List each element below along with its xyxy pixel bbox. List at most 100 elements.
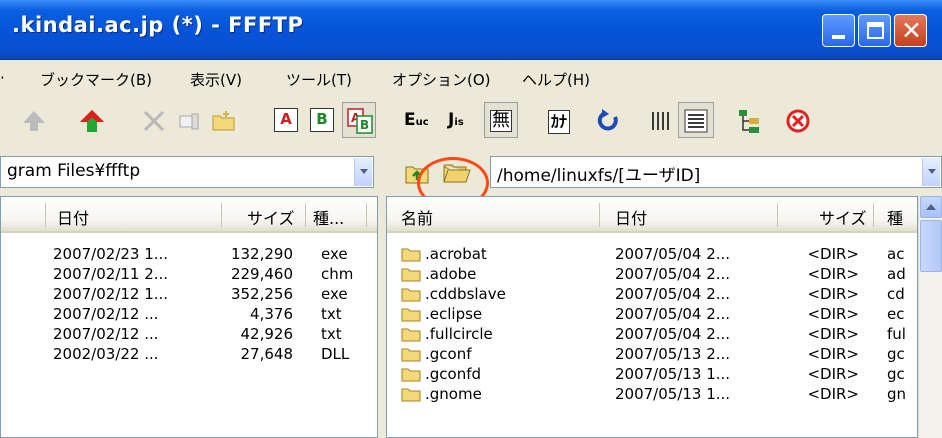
file-date: 2007/05/13 1... — [615, 365, 731, 383]
file-size: <DIR> — [807, 245, 859, 263]
file-date: 2007/02/12 ... — [53, 305, 159, 323]
remote-col-name[interactable]: 名前 — [401, 205, 433, 229]
minimize-icon — [832, 35, 845, 39]
file-size: 4,376 — [250, 305, 293, 323]
local-path-bar: gram Files¥ffftp — [0, 150, 378, 196]
local-path-text: gram Files¥ffftp — [7, 161, 141, 181]
upload-disabled-icon[interactable] — [20, 107, 48, 135]
ascii-mode-button[interactable]: A — [274, 108, 298, 132]
file-name: .adobe — [425, 265, 477, 283]
file-type: exe — [321, 245, 348, 263]
rename-icon[interactable] — [176, 107, 204, 135]
local-file-list[interactable]: 日付 サイズ 種... 2007/02/23 1... 132,290 exe … — [0, 196, 378, 438]
remote-col-type[interactable]: 種 — [887, 205, 903, 229]
local-list-header: 日付 サイズ 種... — [1, 197, 377, 233]
euc-label: E — [404, 110, 416, 130]
remote-path-dropdown-button[interactable] — [922, 158, 940, 186]
file-type: cd — [887, 285, 905, 303]
file-type: ad — [887, 265, 906, 283]
menu-bar: · ブックマーク(B) 表示(V) ツール(T) オプション(O) ヘルプ(H) — [0, 60, 942, 95]
remote-path-combo[interactable]: /home/linuxfs/[ユーザID] — [490, 156, 942, 188]
file-type: ful — [887, 325, 906, 343]
remote-col-date[interactable]: 日付 — [615, 205, 647, 229]
file-size: 132,290 — [230, 245, 293, 263]
file-size: 229,460 — [230, 265, 293, 283]
jis-button[interactable]: Jis — [448, 110, 464, 130]
minimize-button[interactable] — [822, 14, 855, 47]
file-name: .gconfd — [425, 365, 482, 383]
scroll-thumb[interactable] — [920, 220, 942, 272]
column-separator — [777, 203, 778, 227]
file-name: .fullcircle — [425, 325, 493, 343]
file-size: 27,648 — [240, 345, 294, 363]
remote-list-header: 名前 日付 サイズ 種 — [387, 197, 917, 233]
menu-tools[interactable]: ツール(T) — [286, 69, 352, 90]
local-path-combo[interactable]: gram Files¥ffftp — [0, 156, 374, 188]
new-folder-icon[interactable] — [210, 107, 238, 135]
delete-icon[interactable] — [140, 107, 168, 135]
remote-path-text: /home/linuxfs/[ユーザID] — [497, 166, 701, 186]
title-bar: .kindai.ac.jp (*) - FFFTP ✕ — [0, 0, 942, 60]
file-name: .gconf — [425, 345, 472, 363]
file-date: 2007/05/13 2... — [615, 345, 731, 363]
menu-help[interactable]: ヘルプ(H) — [522, 69, 590, 90]
upload-icon[interactable] — [78, 107, 106, 135]
folder-icon — [401, 248, 421, 262]
scroll-up-button[interactable] — [920, 196, 942, 218]
file-date: 2007/05/04 2... — [615, 285, 731, 303]
folder-icon — [401, 348, 421, 362]
file-type: exe — [321, 285, 348, 303]
muhenkan-button[interactable]: 無 — [490, 110, 512, 132]
menu-options[interactable]: オプション(O) — [392, 69, 491, 90]
local-path-dropdown-button[interactable] — [354, 158, 372, 186]
file-date: 2007/05/04 2... — [615, 265, 731, 283]
column-separator — [599, 203, 600, 227]
details-view-icon[interactable] — [682, 107, 710, 135]
file-size: <DIR> — [807, 385, 859, 403]
refresh-icon[interactable] — [594, 107, 622, 135]
list-view-icon[interactable] — [648, 107, 676, 135]
svg-text:B: B — [360, 118, 369, 132]
file-date: 2007/05/04 2... — [615, 245, 731, 263]
kana-button[interactable]: ｶﾅ — [548, 110, 571, 134]
menu-bookmark[interactable]: ブックマーク(B) — [40, 69, 152, 90]
remote-col-size[interactable]: サイズ — [819, 205, 867, 229]
file-date: 2007/02/23 1... — [53, 245, 169, 263]
menu-view[interactable]: 表示(V) — [190, 69, 242, 90]
binary-mode-button[interactable]: B — [310, 108, 334, 132]
file-size: <DIR> — [807, 365, 859, 383]
maximize-button[interactable] — [858, 14, 891, 47]
column-separator — [221, 203, 222, 227]
file-size: 352,256 — [230, 285, 293, 303]
file-date: 2002/03/22 ... — [53, 345, 159, 363]
file-name: .gnome — [425, 385, 482, 403]
file-type: ec — [887, 305, 905, 323]
folder-icon — [401, 268, 421, 282]
local-col-type[interactable]: 種... — [313, 205, 344, 229]
remote-vertical-scrollbar[interactable] — [918, 196, 942, 438]
local-col-date[interactable]: 日付 — [57, 205, 89, 229]
file-date: 2007/02/11 2... — [53, 265, 169, 283]
column-separator — [873, 203, 874, 227]
file-type: txt — [321, 305, 342, 323]
file-date: 2007/02/12 1... — [53, 285, 169, 303]
column-separator — [366, 203, 367, 227]
file-date: 2007/02/12 ... — [53, 325, 159, 343]
close-button[interactable]: ✕ — [894, 14, 927, 47]
sync-folders-icon[interactable] — [736, 107, 764, 135]
stop-icon[interactable] — [784, 107, 812, 135]
remote-file-list[interactable]: 名前 日付 サイズ 種 .acrobat 2007/05/04 2... <DIR>… — [386, 196, 918, 438]
file-size: <DIR> — [807, 265, 859, 283]
file-size: <DIR> — [807, 345, 859, 363]
file-type: gc — [887, 365, 905, 383]
jis-suffix: is — [454, 117, 464, 128]
auto-mode-icon[interactable]: A B — [346, 107, 374, 135]
file-name: .cddbslave — [425, 285, 506, 303]
file-type: gn — [887, 385, 907, 403]
file-date: 2007/05/13 1... — [615, 385, 731, 403]
euc-button[interactable]: Euc — [404, 110, 429, 130]
file-type: DLL — [321, 345, 350, 363]
column-separator — [45, 203, 46, 227]
file-type: ac — [887, 245, 905, 263]
local-col-size[interactable]: サイズ — [247, 205, 295, 229]
